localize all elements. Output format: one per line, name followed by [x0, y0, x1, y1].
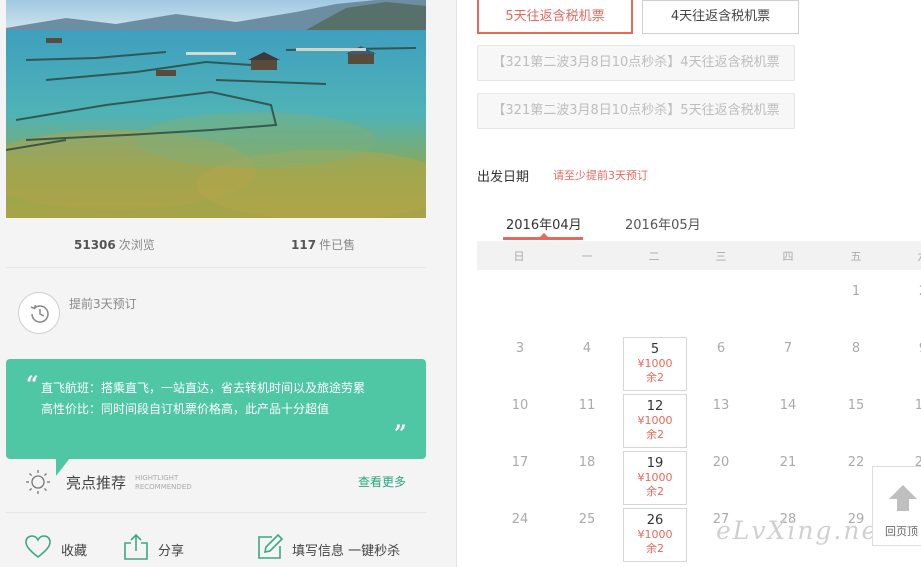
calendar-day-available[interactable]: 19 ¥1000 余2 [623, 451, 687, 505]
clock-history-icon [18, 292, 60, 334]
weekday-mon: 一 [581, 250, 593, 263]
views-stat: 51306 次浏览 [74, 238, 155, 252]
calendar-day: 11 [578, 398, 596, 413]
favorite-button[interactable]: 收藏 [24, 533, 114, 561]
departure-date-note: 请至少提前3天预订 [553, 169, 648, 182]
calendar-day: 22 [847, 455, 865, 470]
calendar-day: 20 [712, 455, 730, 470]
see-more-link[interactable]: 查看更多 [358, 473, 406, 490]
fill-info-button[interactable]: 填写信息 一键秒杀 [256, 533, 421, 561]
highlights-title: 亮点推荐 [66, 474, 127, 492]
feature-highlight-box: “ 直飞航班：搭乘直飞，一站直达，省去转机时间以及旅途劳累 高性价比：同时间段自… [6, 359, 426, 459]
calendar-day-available[interactable]: 5 ¥1000 余2 [623, 337, 687, 391]
back-to-top-button[interactable]: 回页顶 [872, 466, 921, 546]
share-icon [124, 533, 148, 560]
active-month-arrow [540, 233, 548, 237]
active-month-indicator [503, 237, 583, 240]
calendar-day: 7 [783, 341, 793, 356]
calendar-day: 1 [851, 284, 861, 299]
weekday-tue: 二 [648, 250, 660, 263]
share-button[interactable]: 分享 [122, 533, 202, 561]
advance-booking-info: 提前3天预订 [18, 292, 137, 334]
product-panel: 51306 次浏览 117 件已售 提前3天预订 “ 直飞航班：搭乘直飞，一站直达，… [0, 0, 440, 567]
advance-booking-text: 提前3天预订 [69, 297, 137, 311]
arrow-up-icon [889, 485, 917, 511]
calendar-day-available[interactable]: 12 ¥1000 余2 [623, 394, 687, 448]
weekday-sat: 六 [908, 248, 921, 264]
ticket-option-flash-4day: 【321第二波3月8日10点秒杀】4天往返含税机票 [477, 45, 795, 81]
weekday-wed: 三 [715, 250, 727, 263]
product-stats: 51306 次浏览 117 件已售 [6, 228, 426, 268]
calendar-day: 15 [847, 398, 865, 413]
highlights-subtitle-en: HIGHTLIGHT RECOMMENDED [135, 474, 192, 491]
month-tab-2016-04[interactable]: 2016年04月 [506, 214, 582, 233]
heart-icon [25, 535, 51, 559]
calendar-day: 17 [511, 455, 529, 470]
month-tab-2016-05[interactable]: 2016年05月 [625, 214, 701, 233]
weekday-header: 日 一 二 三 四 五 六 [477, 241, 921, 270]
feature-line-direct-flight: 直飞航班：搭乘直飞，一站直达，省去转机时间以及旅途劳累 [41, 381, 366, 395]
calendar-day: 14 [779, 398, 797, 413]
calendar-day: 16 [914, 398, 921, 413]
calendar-day: 3 [515, 341, 525, 356]
calendar-day: 21 [779, 455, 797, 470]
calendar-day: 10 [511, 398, 529, 413]
feature-line-value: 高性价比：同时间段自订机票价格高，此产品十分超值 [41, 402, 330, 416]
sun-icon [26, 470, 50, 494]
ticket-option-5day[interactable]: 5天往返含税机票 [477, 0, 633, 34]
calendar-day: 2 [908, 284, 921, 299]
calendar-day: 4 [582, 341, 592, 356]
calendar-day: 9 [908, 341, 921, 356]
weekday-fri: 五 [850, 250, 862, 263]
open-quote-icon: “ [26, 372, 39, 398]
weekday-sun: 日 [513, 250, 525, 263]
highlights-header: 亮点推荐 HIGHTLIGHT RECOMMENDED 查看更多 [6, 463, 426, 513]
booking-panel: 5天往返含税机票 4天往返含税机票 【321第二波3月8日10点秒杀】4天往返含… [456, 0, 921, 567]
calendar-day-available[interactable]: 26 ¥1000 余2 [623, 508, 687, 562]
ticket-option-flash-5day: 【321第二波3月8日10点秒杀】5天往返含税机票 [477, 93, 795, 129]
ticket-option-4day[interactable]: 4天往返含税机票 [642, 0, 799, 34]
calendar-day: 25 [578, 512, 596, 527]
sold-stat: 117 件已售 [291, 238, 356, 252]
calendar-day: 24 [511, 512, 529, 527]
site-watermark: eLvXing.net [716, 516, 891, 545]
calendar-day: 6 [716, 341, 726, 356]
action-bar: 收藏 分享 填写信息 一键秒杀 [6, 525, 426, 567]
calendar-day: 8 [851, 341, 861, 356]
calendar-day: 18 [578, 455, 596, 470]
calendar-day: 13 [712, 398, 730, 413]
departure-date-label: 出发日期 [477, 170, 530, 185]
close-quote-icon: ” [394, 421, 407, 447]
product-photo [6, 0, 426, 218]
edit-icon [258, 533, 284, 559]
weekday-thu: 四 [782, 250, 794, 263]
